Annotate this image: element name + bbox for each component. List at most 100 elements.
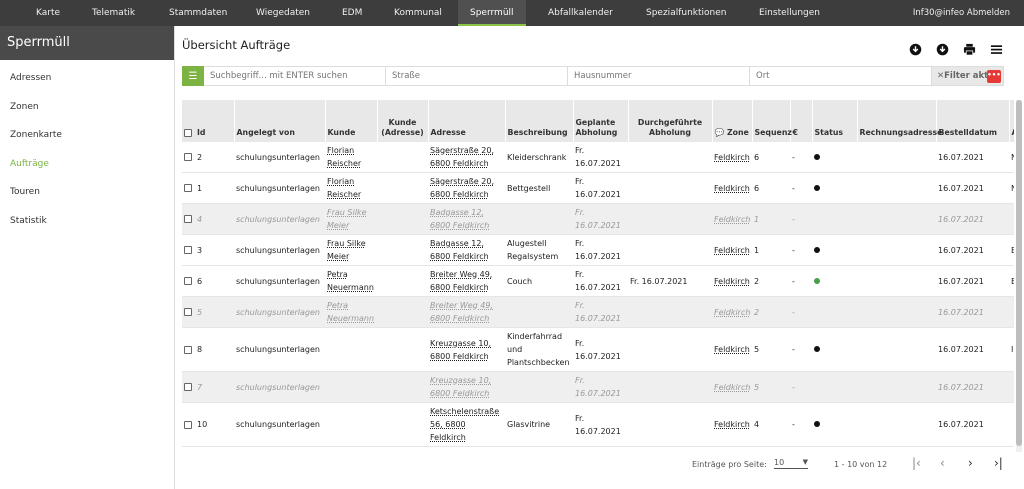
row-checkbox[interactable] — [184, 420, 192, 429]
header-rechnungsadresse[interactable]: Rechnungsadresse — [857, 100, 942, 142]
header-bestelldatum[interactable]: Bestelldatum — [936, 100, 1010, 142]
row-checkbox[interactable] — [184, 308, 192, 316]
print-icon[interactable] — [962, 42, 977, 57]
next-page-icon[interactable]: › — [968, 456, 973, 470]
cell-kunde[interactable] — [325, 371, 377, 403]
cell-zone[interactable]: Feldkirch — [712, 142, 752, 173]
cell-kunde[interactable]: Florian Reischer — [325, 172, 377, 204]
row-checkbox[interactable] — [184, 153, 192, 161]
hausnummer-input[interactable] — [568, 66, 750, 86]
user-logout-link[interactable]: Inf30@infeo Abmelden — [913, 0, 1010, 26]
header-sequenz[interactable]: Sequenz — [752, 100, 792, 142]
cell-kunde[interactable]: Frau Silke Meier — [325, 234, 377, 266]
cell-kunde[interactable]: Florian Reischer — [325, 142, 377, 173]
nav-einstellungen[interactable]: Einstellungen — [759, 0, 820, 26]
cell-zone[interactable]: Feldkirch — [712, 296, 752, 328]
row-checkbox[interactable] — [184, 184, 192, 192]
header-extra[interactable]: A — [1009, 100, 1014, 142]
header-angelegt-von[interactable]: Angelegt von — [234, 100, 326, 142]
table-row[interactable]: 1 schulungsunterlagen Florian Reischer S… — [182, 172, 1014, 204]
cell-zone[interactable]: Feldkirch — [712, 402, 752, 447]
sidebar-item-auftraege[interactable]: Aufträge — [0, 150, 174, 179]
list-view-button[interactable]: ☰ — [182, 66, 204, 86]
cell-zone[interactable]: Feldkirch — [712, 265, 752, 297]
sidebar-item-touren[interactable]: Touren — [0, 178, 174, 207]
cell-kunde[interactable] — [325, 327, 377, 372]
cell-id[interactable]: 4 — [182, 203, 234, 235]
nav-kommunal[interactable]: Kommunal — [394, 0, 442, 26]
row-checkbox[interactable] — [184, 246, 192, 254]
nav-stammdaten[interactable]: Stammdaten — [169, 0, 227, 26]
cell-adresse[interactable]: Breiter Weg 49, 6800 Feldkirch — [428, 296, 505, 328]
table-row[interactable]: 7 schulungsunterlagen Kreuzgasse 10, 680… — [182, 371, 1014, 403]
per-page-select[interactable]: 10 ▼ — [774, 458, 808, 469]
cell-adresse[interactable]: Sägerstraße 20, 6800 Feldkirch — [428, 172, 505, 204]
first-page-icon[interactable]: |‹ — [912, 456, 921, 470]
row-checkbox[interactable] — [184, 277, 192, 285]
row-checkbox[interactable] — [184, 383, 192, 391]
cell-adresse[interactable]: Kreuzgasse 10, 6800 Feldkirch — [428, 371, 505, 403]
sidebar-item-statistik[interactable]: Statistik — [0, 207, 174, 236]
header-status[interactable]: Status — [812, 100, 858, 142]
cell-id[interactable]: 7 — [182, 371, 234, 403]
table-row[interactable]: 10 schulungsunterlagen Ketschelenstraße … — [182, 402, 1014, 447]
cell-adresse[interactable]: Breiter Weg 49, 6800 Feldkirch — [428, 265, 505, 297]
nav-sperrmuell[interactable]: Sperrmüll — [458, 0, 526, 26]
cell-id[interactable]: 10 — [182, 402, 234, 447]
nav-abfallkalender[interactable]: Abfallkalender — [548, 0, 613, 26]
strasse-input[interactable] — [386, 66, 568, 86]
cell-id[interactable]: 1 — [182, 172, 234, 204]
cell-zone[interactable]: Feldkirch — [712, 203, 752, 235]
cell-kunde[interactable]: Petra Neuermann — [325, 265, 377, 297]
header-geplante-abholung[interactable]: Geplante Abholung — [573, 100, 629, 142]
cell-zone[interactable]: Feldkirch — [712, 327, 752, 372]
nav-spezialfunktionen[interactable]: Spezialfunktionen — [646, 0, 726, 26]
header-id[interactable]: Id — [182, 100, 235, 142]
header-euro[interactable]: € — [790, 100, 813, 142]
cell-zone[interactable]: Feldkirch — [712, 371, 752, 403]
cell-kunde[interactable]: Petra Neuermann — [325, 296, 377, 328]
header-zone[interactable]: 💬 Zone — [712, 100, 753, 142]
menu-icon[interactable] — [989, 42, 1004, 57]
filter-active-button[interactable]: ✕ Filter akt ••• — [932, 66, 1004, 86]
cell-id[interactable]: 3 — [182, 234, 234, 266]
table-row[interactable]: 6 schulungsunterlagen Petra Neuermann Br… — [182, 265, 1014, 297]
sidebar-item-zonen[interactable]: Zonen — [0, 93, 174, 122]
last-page-icon[interactable]: ›| — [994, 456, 1003, 470]
header-kunde[interactable]: Kunde — [325, 100, 378, 142]
cell-adresse[interactable]: Badgasse 12, 6800 Feldkirch — [428, 234, 505, 266]
cell-id[interactable]: 5 — [182, 296, 234, 328]
header-beschreibung[interactable]: Beschreibung — [505, 100, 574, 142]
nav-wiegedaten[interactable]: Wiegedaten — [256, 0, 310, 26]
cell-zone[interactable]: Feldkirch — [712, 172, 752, 204]
cell-adresse[interactable]: Ketschelenstraße 56, 6800 Feldkirch — [428, 402, 505, 447]
header-durchgefuehrte-abholung[interactable]: Durchgeführte Abholung — [628, 100, 713, 142]
nav-telematik[interactable]: Telematik — [92, 0, 135, 26]
row-checkbox[interactable] — [184, 345, 192, 354]
cell-id[interactable]: 6 — [182, 265, 234, 297]
cell-kunde[interactable] — [325, 402, 377, 447]
ort-input[interactable] — [750, 66, 932, 86]
nav-karte[interactable]: Karte — [36, 0, 60, 26]
scrollbar-thumb[interactable] — [1016, 100, 1022, 446]
cell-id[interactable]: 2 — [182, 142, 234, 173]
header-adresse[interactable]: Adresse — [428, 100, 506, 142]
row-checkbox[interactable] — [184, 215, 192, 223]
search-input[interactable] — [204, 66, 386, 86]
header-kunde-adresse[interactable]: Kunde (Adresse) — [377, 100, 429, 142]
select-all-checkbox[interactable] — [184, 129, 192, 137]
table-row[interactable]: 8 schulungsunterlagen Kreuzgasse 10, 680… — [182, 327, 1014, 372]
download-icon[interactable] — [908, 42, 923, 57]
cell-zone[interactable]: Feldkirch — [712, 234, 752, 266]
sidebar-item-zonenkarte[interactable]: Zonenkarte — [0, 121, 174, 150]
prev-page-icon[interactable]: ‹ — [940, 456, 945, 470]
nav-edm[interactable]: EDM — [342, 0, 362, 26]
cell-id[interactable]: 8 — [182, 327, 234, 372]
table-row[interactable]: 2 schulungsunterlagen Florian Reischer S… — [182, 142, 1014, 173]
cell-adresse[interactable]: Kreuzgasse 10, 6800 Feldkirch — [428, 327, 505, 372]
table-row[interactable]: 3 schulungsunterlagen Frau Silke Meier B… — [182, 234, 1014, 266]
table-row[interactable]: 5 schulungsunterlagen Petra Neuermann Br… — [182, 296, 1014, 328]
cell-kunde[interactable]: Frau Silke Meier — [325, 203, 377, 235]
filter-options-badge[interactable]: ••• — [987, 70, 1001, 83]
cell-adresse[interactable]: Sägerstraße 20, 6800 Feldkirch — [428, 142, 505, 173]
